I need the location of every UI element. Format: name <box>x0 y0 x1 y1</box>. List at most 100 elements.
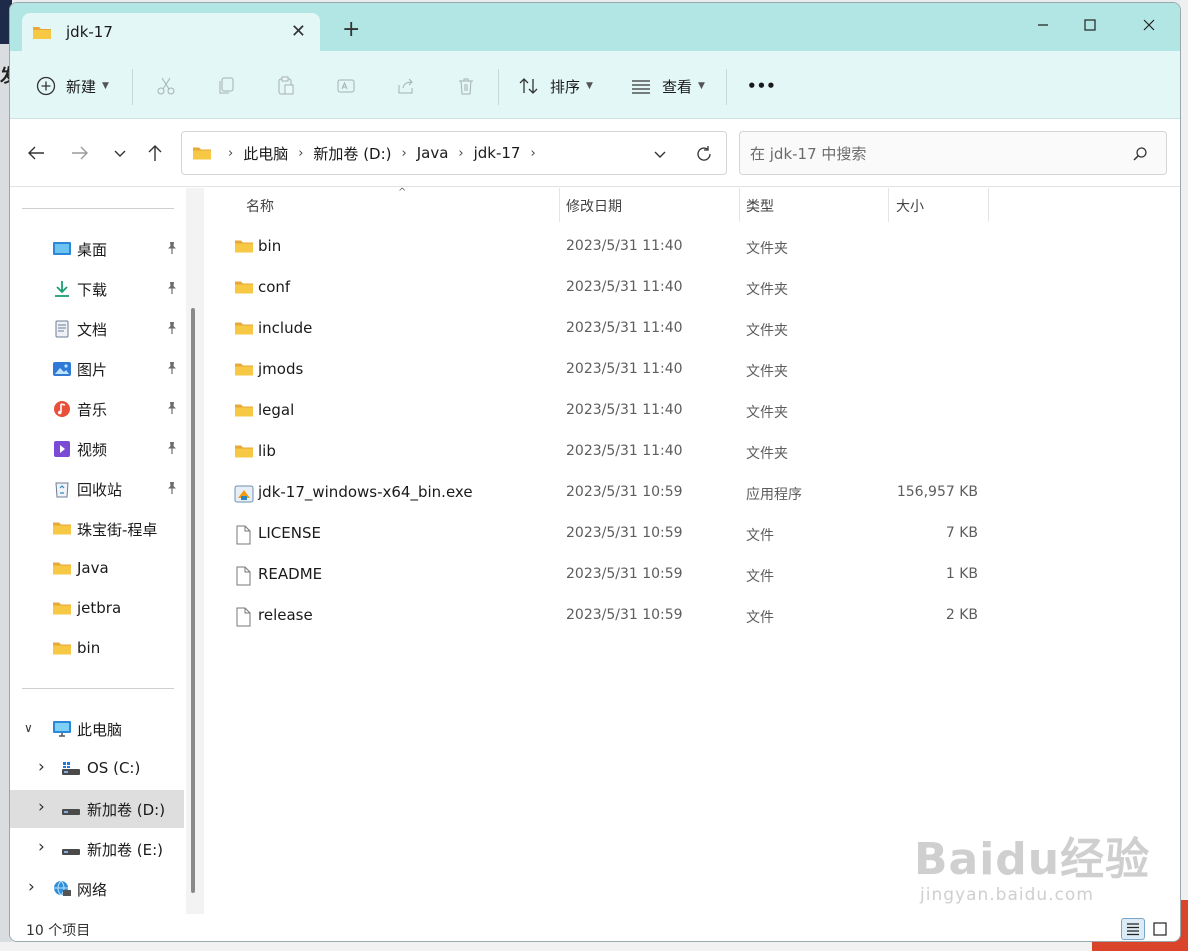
column-divider[interactable] <box>739 188 740 222</box>
file-date: 2023/5/31 10:59 <box>566 525 683 541</box>
more-options-button[interactable]: ••• <box>747 71 776 101</box>
file-row[interactable]: README 2023/5/31 10:59 文件 1 KB <box>228 556 988 594</box>
pin-icon[interactable] <box>166 441 178 459</box>
delete-button[interactable] <box>456 71 476 101</box>
column-header-type[interactable]: 类型 <box>746 188 774 224</box>
sidebar-item[interactable]: jetbra <box>10 590 184 628</box>
chevron-down-icon: ▼ <box>586 81 593 91</box>
sidebar-item[interactable]: 视频 <box>10 430 184 468</box>
recent-locations-button[interactable] <box>106 139 134 167</box>
chevron-down-icon[interactable]: ∨ <box>24 721 33 735</box>
paste-button[interactable] <box>276 71 296 101</box>
sidebar-item[interactable]: 图片 <box>10 350 184 388</box>
download-icon <box>52 280 72 298</box>
sidebar-item-drive[interactable]: › OS (C:) <box>10 750 184 788</box>
sidebar-item[interactable]: 珠宝街-程卓 <box>10 510 184 548</box>
column-divider[interactable] <box>988 188 989 222</box>
file-row[interactable]: lib 2023/5/31 11:40 文件夹 <box>228 433 988 471</box>
column-header-name[interactable]: 名称 <box>246 188 274 224</box>
sidebar-item[interactable]: 下载 <box>10 270 184 308</box>
close-tab-icon[interactable]: ✕ <box>291 21 306 42</box>
tab-jdk-17[interactable]: jdk-17 ✕ <box>22 13 320 51</box>
sidebar-item-drive[interactable]: › 新加卷 (D:) <box>10 790 184 828</box>
back-button[interactable] <box>22 139 50 167</box>
item-count: 10 个项目 <box>26 923 91 939</box>
file-size: 156,957 KB <box>896 484 978 500</box>
up-button[interactable] <box>141 139 169 167</box>
file-row[interactable]: release 2023/5/31 10:59 文件 2 KB <box>228 597 988 635</box>
file-date: 2023/5/31 11:40 <box>566 402 683 418</box>
refresh-icon[interactable] <box>694 144 714 164</box>
sidebar-item-network[interactable]: › 网络 <box>10 870 184 908</box>
pin-icon[interactable] <box>166 361 178 379</box>
folder-icon <box>234 402 254 420</box>
column-divider[interactable] <box>888 188 889 222</box>
folder-icon <box>52 560 72 578</box>
pin-icon[interactable] <box>166 321 178 339</box>
file-row[interactable]: legal 2023/5/31 11:40 文件夹 <box>228 392 988 430</box>
file-type: 文件 <box>746 528 774 544</box>
breadcrumb-drive-d[interactable]: 新加卷 (D:) <box>313 143 391 164</box>
rename-button[interactable] <box>336 71 356 101</box>
toolbar-divider <box>498 69 499 105</box>
tiles-view-button[interactable] <box>1148 918 1172 940</box>
sidebar-item[interactable]: 音乐 <box>10 390 184 428</box>
pin-icon[interactable] <box>166 241 178 259</box>
share-button[interactable] <box>396 71 416 101</box>
breadcrumb-this-pc[interactable]: 此电脑 <box>243 143 288 164</box>
sidebar-scrollbar[interactable] <box>186 188 204 914</box>
new-tab-button[interactable]: + <box>342 19 360 41</box>
column-divider[interactable] <box>559 188 560 222</box>
search-icon[interactable] <box>1132 146 1148 162</box>
file-row[interactable]: LICENSE 2023/5/31 10:59 文件 7 KB <box>228 515 988 553</box>
sidebar-item[interactable]: bin <box>10 630 184 668</box>
sidebar-item-label: OS (C:) <box>87 759 141 777</box>
address-history-icon[interactable] <box>652 146 668 162</box>
file-row[interactable]: jdk-17_windows-x64_bin.exe 2023/5/31 10:5… <box>228 474 988 512</box>
sidebar-item-drive[interactable]: › 新加卷 (E:) <box>10 830 184 868</box>
sort-icon <box>519 78 538 94</box>
file-row[interactable]: include 2023/5/31 11:40 文件夹 <box>228 310 988 348</box>
minimize-icon <box>1038 24 1048 26</box>
column-header-date-label: 修改日期 <box>566 199 622 215</box>
address-bar[interactable]: › 此电脑 › 新加卷 (D:) › Java › jdk-17 › <box>181 131 727 175</box>
forward-button[interactable] <box>66 139 94 167</box>
sort-label: 排序 <box>550 77 581 96</box>
file-date: 2023/5/31 11:40 <box>566 443 683 459</box>
sidebar-item[interactable]: 桌面 <box>10 230 184 268</box>
column-header-size-label: 大小 <box>896 199 924 215</box>
chevron-right-icon[interactable]: › <box>38 797 45 817</box>
details-view-button[interactable] <box>1121 918 1145 940</box>
pin-icon[interactable] <box>166 481 178 499</box>
breadcrumb-separator: › <box>458 145 464 161</box>
search-input[interactable]: 在 jdk-17 中搜索 <box>739 131 1167 175</box>
sidebar-scroll-thumb[interactable] <box>191 308 195 893</box>
chevron-down-icon <box>114 150 126 157</box>
sort-button[interactable]: 排序 ▼ <box>518 71 593 101</box>
cut-button[interactable] <box>156 71 176 101</box>
sidebar-item-this-pc[interactable]: ∨ 此电脑 <box>10 710 184 748</box>
close-window-button[interactable] <box>1126 9 1172 41</box>
sidebar-item[interactable]: 文档 <box>10 310 184 348</box>
sidebar-item[interactable]: Java <box>10 550 184 588</box>
navigation-pane: 桌面 下载 文档 图片 音乐 视频 回收站 珠宝街-程卓 Java jetbra bin ∨ 此电脑 › O… <box>10 188 205 914</box>
pin-icon[interactable] <box>166 401 178 419</box>
column-header-date[interactable]: 修改日期 <box>566 188 622 224</box>
file-row[interactable]: jmods 2023/5/31 11:40 文件夹 <box>228 351 988 389</box>
breadcrumb-java[interactable]: Java <box>417 144 449 162</box>
chevron-right-icon[interactable]: › <box>38 757 45 777</box>
pin-icon[interactable] <box>166 281 178 299</box>
copy-button[interactable] <box>216 71 236 101</box>
sidebar-item[interactable]: 回收站 <box>10 470 184 508</box>
breadcrumb-jdk-17[interactable]: jdk-17 <box>474 144 521 162</box>
view-button[interactable]: 查看 ▼ <box>630 71 705 101</box>
file-name: conf <box>258 278 291 296</box>
maximize-button[interactable] <box>1067 9 1113 41</box>
column-header-size[interactable]: 大小 <box>896 188 924 224</box>
file-row[interactable]: conf 2023/5/31 11:40 文件夹 <box>228 269 988 307</box>
chevron-right-icon[interactable]: › <box>28 877 35 897</box>
new-button[interactable]: 新建 ▼ <box>36 71 109 101</box>
minimize-button[interactable] <box>1020 9 1066 41</box>
file-row[interactable]: bin 2023/5/31 11:40 文件夹 <box>228 228 988 266</box>
chevron-right-icon[interactable]: › <box>38 837 45 857</box>
